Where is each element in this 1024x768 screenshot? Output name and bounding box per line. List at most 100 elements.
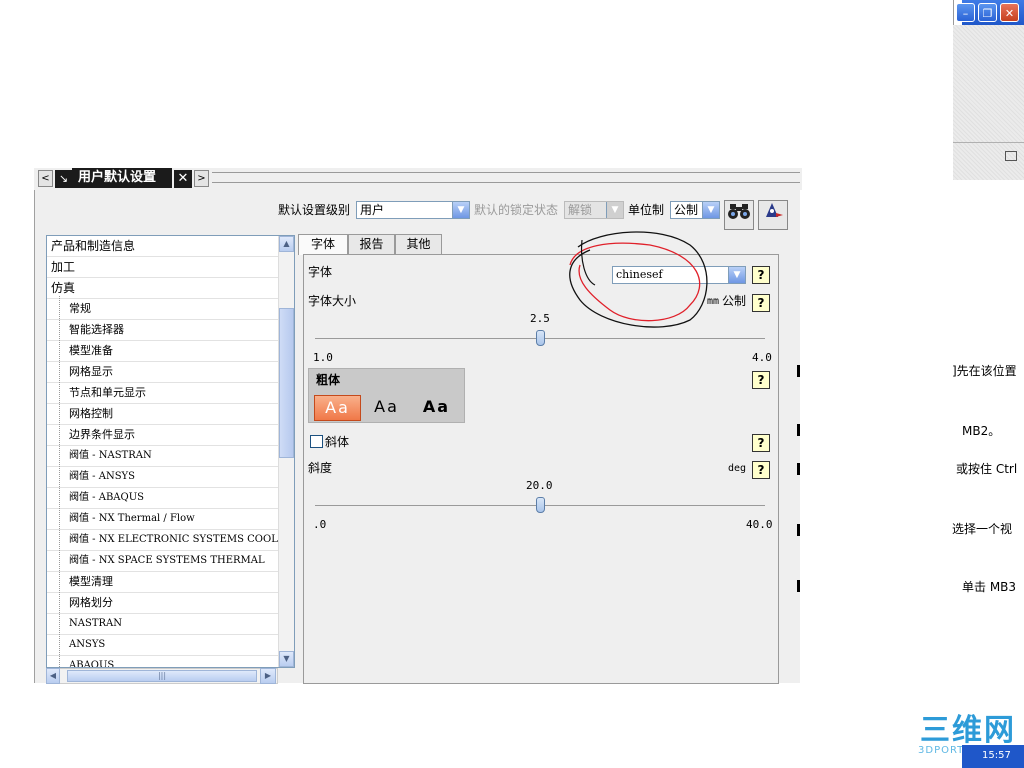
help-bold-button[interactable]: ? bbox=[752, 371, 770, 389]
pin-icon[interactable]: ↘ bbox=[55, 170, 72, 188]
chevron-down-icon[interactable]: ▼ bbox=[452, 202, 469, 218]
font-label: 字体 bbox=[308, 265, 333, 279]
chevron-down-icon[interactable]: ▼ bbox=[702, 202, 719, 218]
tree-vertical-scrollbar[interactable]: ▲ ▼ bbox=[278, 236, 294, 667]
scroll-right-icon[interactable]: ▶ bbox=[260, 668, 276, 684]
binoculars-icon bbox=[728, 204, 750, 219]
units-label: 单位制 bbox=[628, 203, 665, 217]
bold-option-heavy[interactable]: Aa bbox=[414, 395, 459, 419]
help-italic-button[interactable]: ? bbox=[752, 434, 770, 452]
lock-select[interactable]: 解锁 ▼ bbox=[564, 201, 624, 219]
tree-item[interactable]: 阀值 - NX ELECTRONIC SYSTEMS COOLIN bbox=[47, 530, 279, 551]
tree-item[interactable]: 阀值 - ABAQUS bbox=[47, 488, 279, 509]
side-mark bbox=[797, 365, 800, 377]
chevron-down-icon[interactable]: ▼ bbox=[728, 267, 745, 283]
binoculars-search-button[interactable] bbox=[724, 200, 754, 230]
tree-item[interactable]: 阀值 - NASTRAN bbox=[47, 446, 279, 467]
side-text-2: MB2。 bbox=[962, 424, 1001, 438]
hscroll-thumb[interactable]: ||| bbox=[67, 670, 257, 682]
dialog-title: 用户默认设置 bbox=[72, 168, 172, 188]
restore-button[interactable]: ❐ bbox=[978, 3, 997, 22]
lock-label: 默认的锁定状态 bbox=[474, 203, 559, 217]
size-value: 2.5 bbox=[530, 312, 550, 325]
tree-guide-line bbox=[59, 296, 60, 667]
side-text-5: 单击 MB3 bbox=[962, 580, 1017, 594]
side-text-4: 选择一个视 bbox=[952, 522, 1013, 536]
bold-option-light[interactable]: Aa bbox=[314, 395, 361, 421]
size-min: 1.0 bbox=[313, 351, 333, 364]
bold-label: 粗体 bbox=[316, 373, 341, 387]
tree-item[interactable]: 阀值 - NX Thermal / Flow bbox=[47, 509, 279, 530]
window-divider bbox=[953, 142, 1024, 143]
lock-select-value: 解锁 bbox=[568, 203, 593, 217]
slant-unit: deg bbox=[728, 463, 747, 474]
size-unit-system: 公制 bbox=[722, 294, 747, 308]
tree-item[interactable]: 智能选择器 bbox=[47, 320, 279, 341]
side-mark bbox=[797, 463, 800, 475]
tree-item[interactable]: ANSYS bbox=[47, 635, 279, 656]
header-rule bbox=[212, 172, 800, 173]
side-text-3: 或按住 Ctrl bbox=[956, 462, 1018, 476]
tab-report[interactable]: 报告 bbox=[348, 234, 395, 254]
tree-item[interactable]: 常规 bbox=[47, 299, 279, 320]
tree-item[interactable]: 阀值 - ANSYS bbox=[47, 467, 279, 488]
chevron-down-icon: ▼ bbox=[606, 202, 623, 218]
size-slider-handle[interactable] bbox=[536, 330, 545, 346]
tree-item[interactable]: 网格划分 bbox=[47, 593, 279, 614]
tree-item[interactable]: ABAQUS bbox=[47, 656, 279, 667]
annotation-scribble bbox=[569, 231, 708, 328]
level-label: 默认设置级别 bbox=[278, 203, 351, 217]
tree-item[interactable]: 模型准备 bbox=[47, 341, 279, 362]
help-font-button[interactable]: ? bbox=[752, 266, 770, 284]
level-select-value: 用户 bbox=[360, 203, 385, 217]
tab-prev-button[interactable]: < bbox=[38, 170, 53, 187]
tree-item[interactable]: 产品和制造信息 bbox=[47, 236, 279, 257]
tree-item[interactable]: 阀值 - NX SPACE SYSTEMS THERMAL bbox=[47, 551, 279, 572]
side-mark bbox=[797, 424, 800, 436]
italic-checkbox[interactable] bbox=[310, 435, 323, 448]
minimize-button[interactable]: – bbox=[956, 3, 975, 22]
tree-item[interactable]: NASTRAN bbox=[47, 614, 279, 635]
tab-font[interactable]: 字体 bbox=[298, 234, 348, 255]
size-label: 字体大小 bbox=[308, 294, 357, 308]
scroll-left-icon[interactable]: ◀ bbox=[46, 668, 60, 684]
scroll-thumb[interactable] bbox=[279, 308, 294, 458]
wizard-button[interactable] bbox=[758, 200, 788, 230]
tree-item[interactable]: 节点和单元显示 bbox=[47, 383, 279, 404]
slant-value: 20.0 bbox=[526, 479, 553, 492]
tab-next-button[interactable]: > bbox=[194, 170, 209, 187]
tree-item[interactable]: 加工 bbox=[47, 257, 279, 278]
tree-item[interactable]: 模型清理 bbox=[47, 572, 279, 593]
size-max: 4.0 bbox=[752, 351, 772, 364]
tree-item[interactable]: 网格显示 bbox=[47, 362, 279, 383]
wizard-hat-icon bbox=[766, 203, 783, 217]
slant-slider-handle[interactable] bbox=[536, 497, 545, 513]
tree-item[interactable]: 边界条件显示 bbox=[47, 425, 279, 446]
help-slant-button[interactable]: ? bbox=[752, 461, 770, 479]
tree-item[interactable]: 仿真 bbox=[47, 278, 279, 299]
tree-horizontal-scrollbar[interactable]: ◀ ||| bbox=[46, 668, 278, 684]
level-select[interactable]: 用户 ▼ bbox=[356, 201, 470, 219]
units-select[interactable]: 公制 ▼ bbox=[670, 201, 720, 219]
slant-min: .0 bbox=[313, 518, 327, 531]
bold-option-medium[interactable]: Aa bbox=[364, 395, 409, 419]
help-size-button[interactable]: ? bbox=[752, 294, 770, 312]
watermark-logo: 三维网 bbox=[920, 713, 1016, 748]
tab-other[interactable]: 其他 bbox=[395, 234, 442, 254]
close-tab-button[interactable]: ✕ bbox=[174, 170, 192, 188]
tree-item[interactable]: 网格控制 bbox=[47, 404, 279, 425]
slant-label: 斜度 bbox=[308, 461, 333, 475]
header-rule bbox=[212, 182, 800, 183]
maximize-small-icon[interactable] bbox=[1005, 151, 1017, 161]
slant-max: 40.0 bbox=[746, 518, 773, 531]
scroll-up-icon[interactable]: ▲ bbox=[279, 236, 294, 252]
scroll-down-icon[interactable]: ▼ bbox=[279, 651, 294, 667]
italic-label: 斜体 bbox=[325, 435, 350, 449]
units-select-value: 公制 bbox=[674, 203, 699, 217]
side-mark bbox=[797, 580, 800, 592]
tree-list: 产品和制造信息 加工 仿真 常规 智能选择器 模型准备 网格显示 节点和单元显示 网格控制 边界条… bbox=[47, 236, 279, 667]
taskbar-clock: 15:57 bbox=[962, 745, 1024, 768]
close-window-button[interactable]: ✕ bbox=[1000, 3, 1019, 22]
side-mark bbox=[797, 524, 800, 536]
settings-tree[interactable]: 产品和制造信息 加工 仿真 常规 智能选择器 模型准备 网格显示 节点和单元显示 网格控制 边界条… bbox=[46, 235, 295, 668]
